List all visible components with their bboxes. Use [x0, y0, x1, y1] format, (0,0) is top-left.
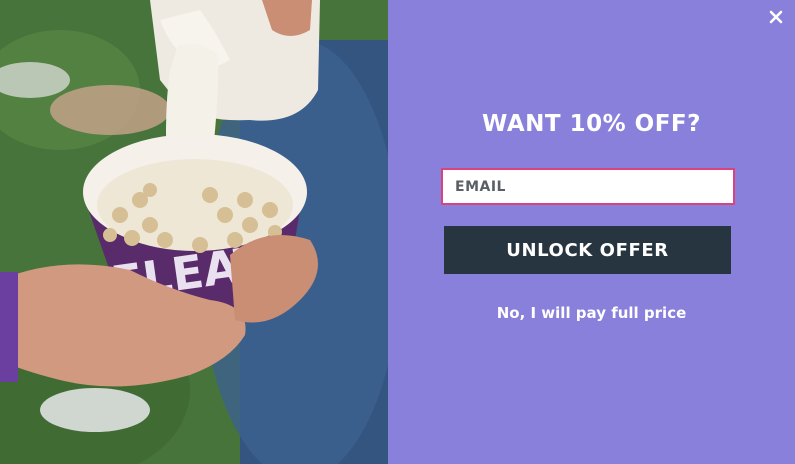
promo-photo: ELEAT	[0, 0, 388, 464]
discount-popup: ELEAT WANT 10% OFF? UNLOCK OFFER No, I w…	[0, 0, 795, 464]
unlock-offer-button[interactable]: UNLOCK OFFER	[444, 226, 731, 274]
decline-offer-link[interactable]: No, I will pay full price	[388, 304, 795, 322]
milk-pour-cereal-image: ELEAT	[0, 0, 388, 464]
close-button[interactable]	[765, 6, 787, 28]
offer-panel: WANT 10% OFF? UNLOCK OFFER No, I will pa…	[388, 0, 795, 464]
close-icon	[769, 10, 783, 24]
offer-headline: WANT 10% OFF?	[482, 111, 701, 137]
email-field[interactable]	[441, 168, 735, 205]
